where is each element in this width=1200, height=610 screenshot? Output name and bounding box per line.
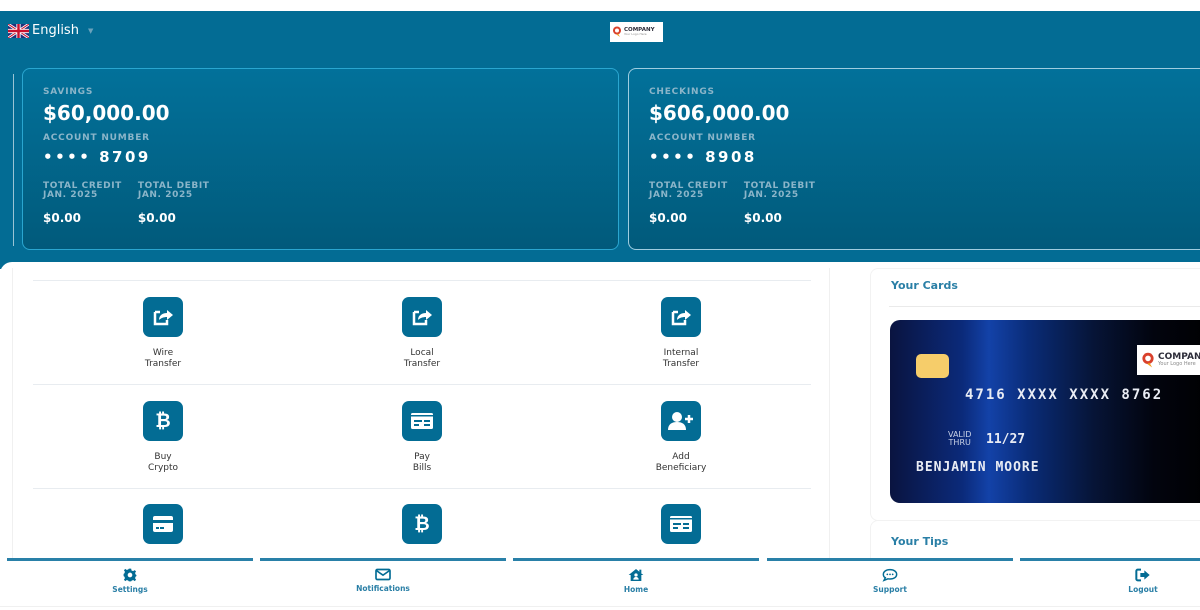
nav-bottom-border [0,606,1200,607]
total-debit: TOTAL DEBIT JAN. 2025 $0.00 [743,182,816,226]
top-strip [0,0,1200,11]
valid-thru-label: VALID THRU [948,431,971,447]
account-card-savings[interactable]: SAVINGS $60,000.00 ACCOUNT NUMBER •••• 8… [22,68,619,250]
card-logo-tagline: Your Logo Here [1158,361,1196,367]
total-credit: TOTAL CREDIT JAN. 2025 $0.00 [649,182,728,226]
chat-icon [882,568,898,582]
account-card-checkings[interactable]: CHECKINGS $606,000.00 ACCOUNT NUMBER •••… [628,68,1200,250]
nav-home[interactable]: Home [576,568,696,594]
language-selector[interactable]: English ▼ [8,23,93,38]
account-balance: $606,000.00 [649,101,790,125]
total-credit: TOTAL CREDIT JAN. 2025 $0.00 [43,182,122,226]
your-tips-title: Your Tips [891,535,949,548]
logo-tagline: Your Logo Here [624,32,647,37]
action-bills[interactable] [621,504,741,555]
card-holder: BENJAMIN MOORE [916,460,1040,475]
share-square-icon [402,297,442,337]
envelope-icon [375,568,391,581]
total-debit-period: JAN. 2025 [743,190,799,200]
total-credit-value: $0.00 [43,211,81,225]
action-label: Wire Transfer [144,348,182,369]
card-expiry: 11/27 [986,432,1026,447]
account-number-label: ACCOUNT NUMBER [649,133,756,143]
nav-label: Logout [1128,585,1158,594]
total-debit: TOTAL DEBIT JAN. 2025 $0.00 [137,182,210,226]
bitcoin-icon: ₿ [143,401,183,441]
location-pin-icon [1142,352,1154,367]
action-label: Pay Bills [412,452,432,473]
card-logo: COMPANY Your Logo Here [1137,345,1200,375]
action-add-beneficiary[interactable]: Add Beneficiary [621,401,741,474]
nav-support[interactable]: Support [830,568,950,594]
your-cards-title: Your Cards [891,279,958,292]
total-debit-value: $0.00 [137,211,176,225]
card-chip-icon [916,354,949,378]
action-crypto[interactable]: ₿ [362,504,482,555]
location-pin-icon [613,26,621,37]
action-local-transfer[interactable]: Local Transfer [362,297,482,370]
nav-indicator [767,558,1013,561]
total-debit-period: JAN. 2025 [137,190,193,200]
action-label: Buy Crypto [147,452,179,473]
account-number-label: ACCOUNT NUMBER [43,133,150,143]
logout-icon [1135,568,1150,582]
nav-label: Settings [112,585,148,594]
money-check-icon [402,401,442,441]
nav-indicator [260,558,506,561]
action-buy-crypto[interactable]: ₿ Buy Crypto [103,401,223,474]
nav-logout[interactable]: Logout [1083,568,1200,594]
language-label: English [32,23,79,38]
action-label: Add Beneficiary [655,452,707,473]
action-cards[interactable] [103,504,223,555]
nav-indicator [513,558,759,561]
gear-icon [123,568,137,582]
company-logo[interactable]: COMPANY Your Logo Here [610,22,663,42]
home-icon [628,569,644,581]
money-check-icon [661,504,701,544]
uk-flag-icon [8,23,29,38]
section-divider [889,306,1200,307]
account-type: CHECKINGS [649,87,715,97]
nav-notifications[interactable]: Notifications [323,568,443,593]
account-type: SAVINGS [43,87,94,97]
credit-card-icon [143,504,183,544]
account-number: •••• 8709 [43,148,151,166]
share-square-icon [143,297,183,337]
action-internal-transfer[interactable]: Internal Transfer [621,297,741,370]
divider [13,74,14,246]
action-label: Internal Transfer [662,348,700,369]
caret-down-icon: ▼ [87,26,94,35]
action-pay-bills[interactable]: Pay Bills [362,401,482,474]
nav-label: Support [873,585,907,594]
thru-label: THRU [948,438,971,447]
total-credit-value: $0.00 [649,211,687,225]
card-number: 4716 XXXX XXXX 8762 [965,387,1164,403]
row-divider [33,384,811,385]
bitcoin-icon: ₿ [402,504,442,544]
action-wire-transfer[interactable]: Wire Transfer [103,297,223,370]
action-label: Local Transfer [403,348,441,369]
nav-indicator [7,558,253,561]
credit-card[interactable]: COMPANY Your Logo Here 4716 XXXX XXXX 87… [890,320,1200,503]
share-square-icon [661,297,701,337]
total-credit-period: JAN. 2025 [43,190,98,200]
user-plus-icon [661,401,701,441]
row-divider [33,280,811,281]
nav-label: Home [623,585,649,594]
bottom-nav: Settings Notifications Home Support Logo… [0,558,1200,610]
account-number: •••• 8908 [649,148,757,166]
total-debit-value: $0.00 [743,211,782,225]
nav-label: Notifications [356,584,410,593]
nav-settings[interactable]: Settings [70,568,190,594]
total-credit-period: JAN. 2025 [649,190,704,200]
nav-indicator [1020,558,1200,561]
row-divider [33,488,811,489]
account-balance: $60,000.00 [43,101,170,125]
